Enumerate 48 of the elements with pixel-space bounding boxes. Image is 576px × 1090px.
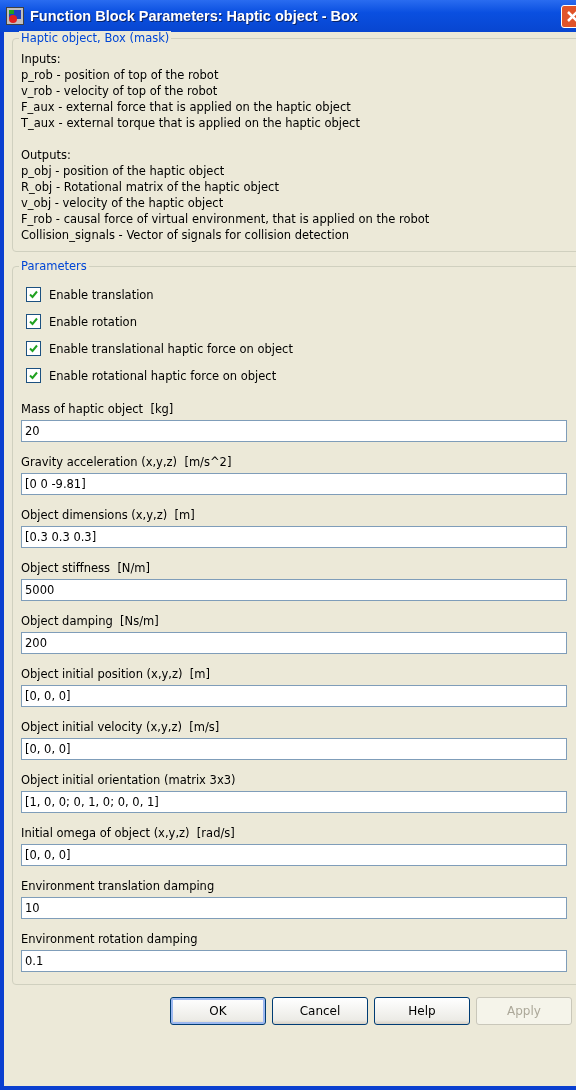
checkbox[interactable] — [26, 314, 41, 329]
field-label: Mass of haptic object [kg] — [21, 401, 175, 418]
description-line: v_rob - velocity of top of the robot — [21, 83, 219, 99]
input-field[interactable]: [1, 0, 0; 0, 1, 0; 0, 0, 1] — [21, 791, 567, 813]
field-label: Initial omega of object (x,y,z) [rad/s] — [21, 825, 236, 842]
field-label: Object initial velocity (x,y,z) [m/s] — [21, 719, 221, 736]
input-field[interactable]: [0, 0, 0] — [21, 685, 567, 707]
input-field[interactable]: [0, 0, 0] — [21, 844, 567, 866]
block-icon — [6, 7, 24, 25]
input-field[interactable]: [0, 0, 0] — [21, 738, 567, 760]
input-field[interactable]: 200 — [21, 632, 567, 654]
description-line: p_rob - position of top of the robot — [21, 67, 220, 83]
field-label: Object damping [Ns/m] — [21, 613, 160, 630]
group-title: Parameters — [19, 259, 89, 273]
description-line: F_aux - external force that is applied on the haptic object — [21, 99, 352, 115]
window-title: Function Block Parameters: Haptic object - Box — [30, 8, 359, 24]
input-field[interactable]: [0.3 0.3 0.3] — [21, 526, 567, 548]
field-label: Environment translation damping — [21, 878, 216, 895]
dialog-button[interactable]: Cancel — [272, 997, 368, 1025]
field-label: Object initial orientation (matrix 3x3) — [21, 772, 237, 789]
checkbox-label: Enable translational haptic force on object — [49, 341, 293, 356]
checkbox-label: Enable translation — [49, 287, 154, 302]
checkbox-label: Enable rotational haptic force on object — [49, 368, 277, 383]
checkbox[interactable] — [26, 341, 41, 356]
input-field[interactable]: 0.1 — [21, 950, 567, 972]
input-field[interactable]: 10 — [21, 897, 567, 919]
input-field[interactable]: 5000 — [21, 579, 567, 601]
field-label: Environment rotation damping — [21, 931, 199, 948]
description-line: v_obj - velocity of the haptic object — [21, 195, 225, 211]
checkbox[interactable] — [26, 287, 41, 302]
group-title: Haptic object, Box (mask) — [19, 31, 172, 45]
description-line: Collision_signals - Vector of signals for collision detection — [21, 227, 350, 243]
dialog-button[interactable]: OK — [170, 997, 266, 1025]
description-line: p_obj - position of the haptic object — [21, 163, 226, 179]
dialog-button[interactable]: Help — [374, 997, 470, 1025]
field-label: Object dimensions (x,y,z) [m] — [21, 507, 196, 524]
field-label: Object stiffness [N/m] — [21, 560, 152, 577]
description-line: T_aux - external torque that is applied on the haptic object — [21, 115, 361, 131]
input-field[interactable]: 20 — [21, 420, 567, 442]
section-heading: Inputs: — [21, 51, 62, 67]
field-label: Gravity acceleration (x,y,z) [m/s^2] — [21, 454, 233, 471]
checkbox[interactable] — [26, 368, 41, 383]
description-line: F_rob - causal force of virtual environment, that is applied on the robot — [21, 211, 431, 227]
field-label: Object initial position (x,y,z) [m] — [21, 666, 211, 683]
checkbox-label: Enable rotation — [49, 314, 137, 329]
description-line: R_obj - Rotational matrix of the haptic object — [21, 179, 280, 195]
input-field[interactable]: [0 0 -9.81] — [21, 473, 567, 495]
section-heading: Outputs: — [21, 147, 72, 163]
